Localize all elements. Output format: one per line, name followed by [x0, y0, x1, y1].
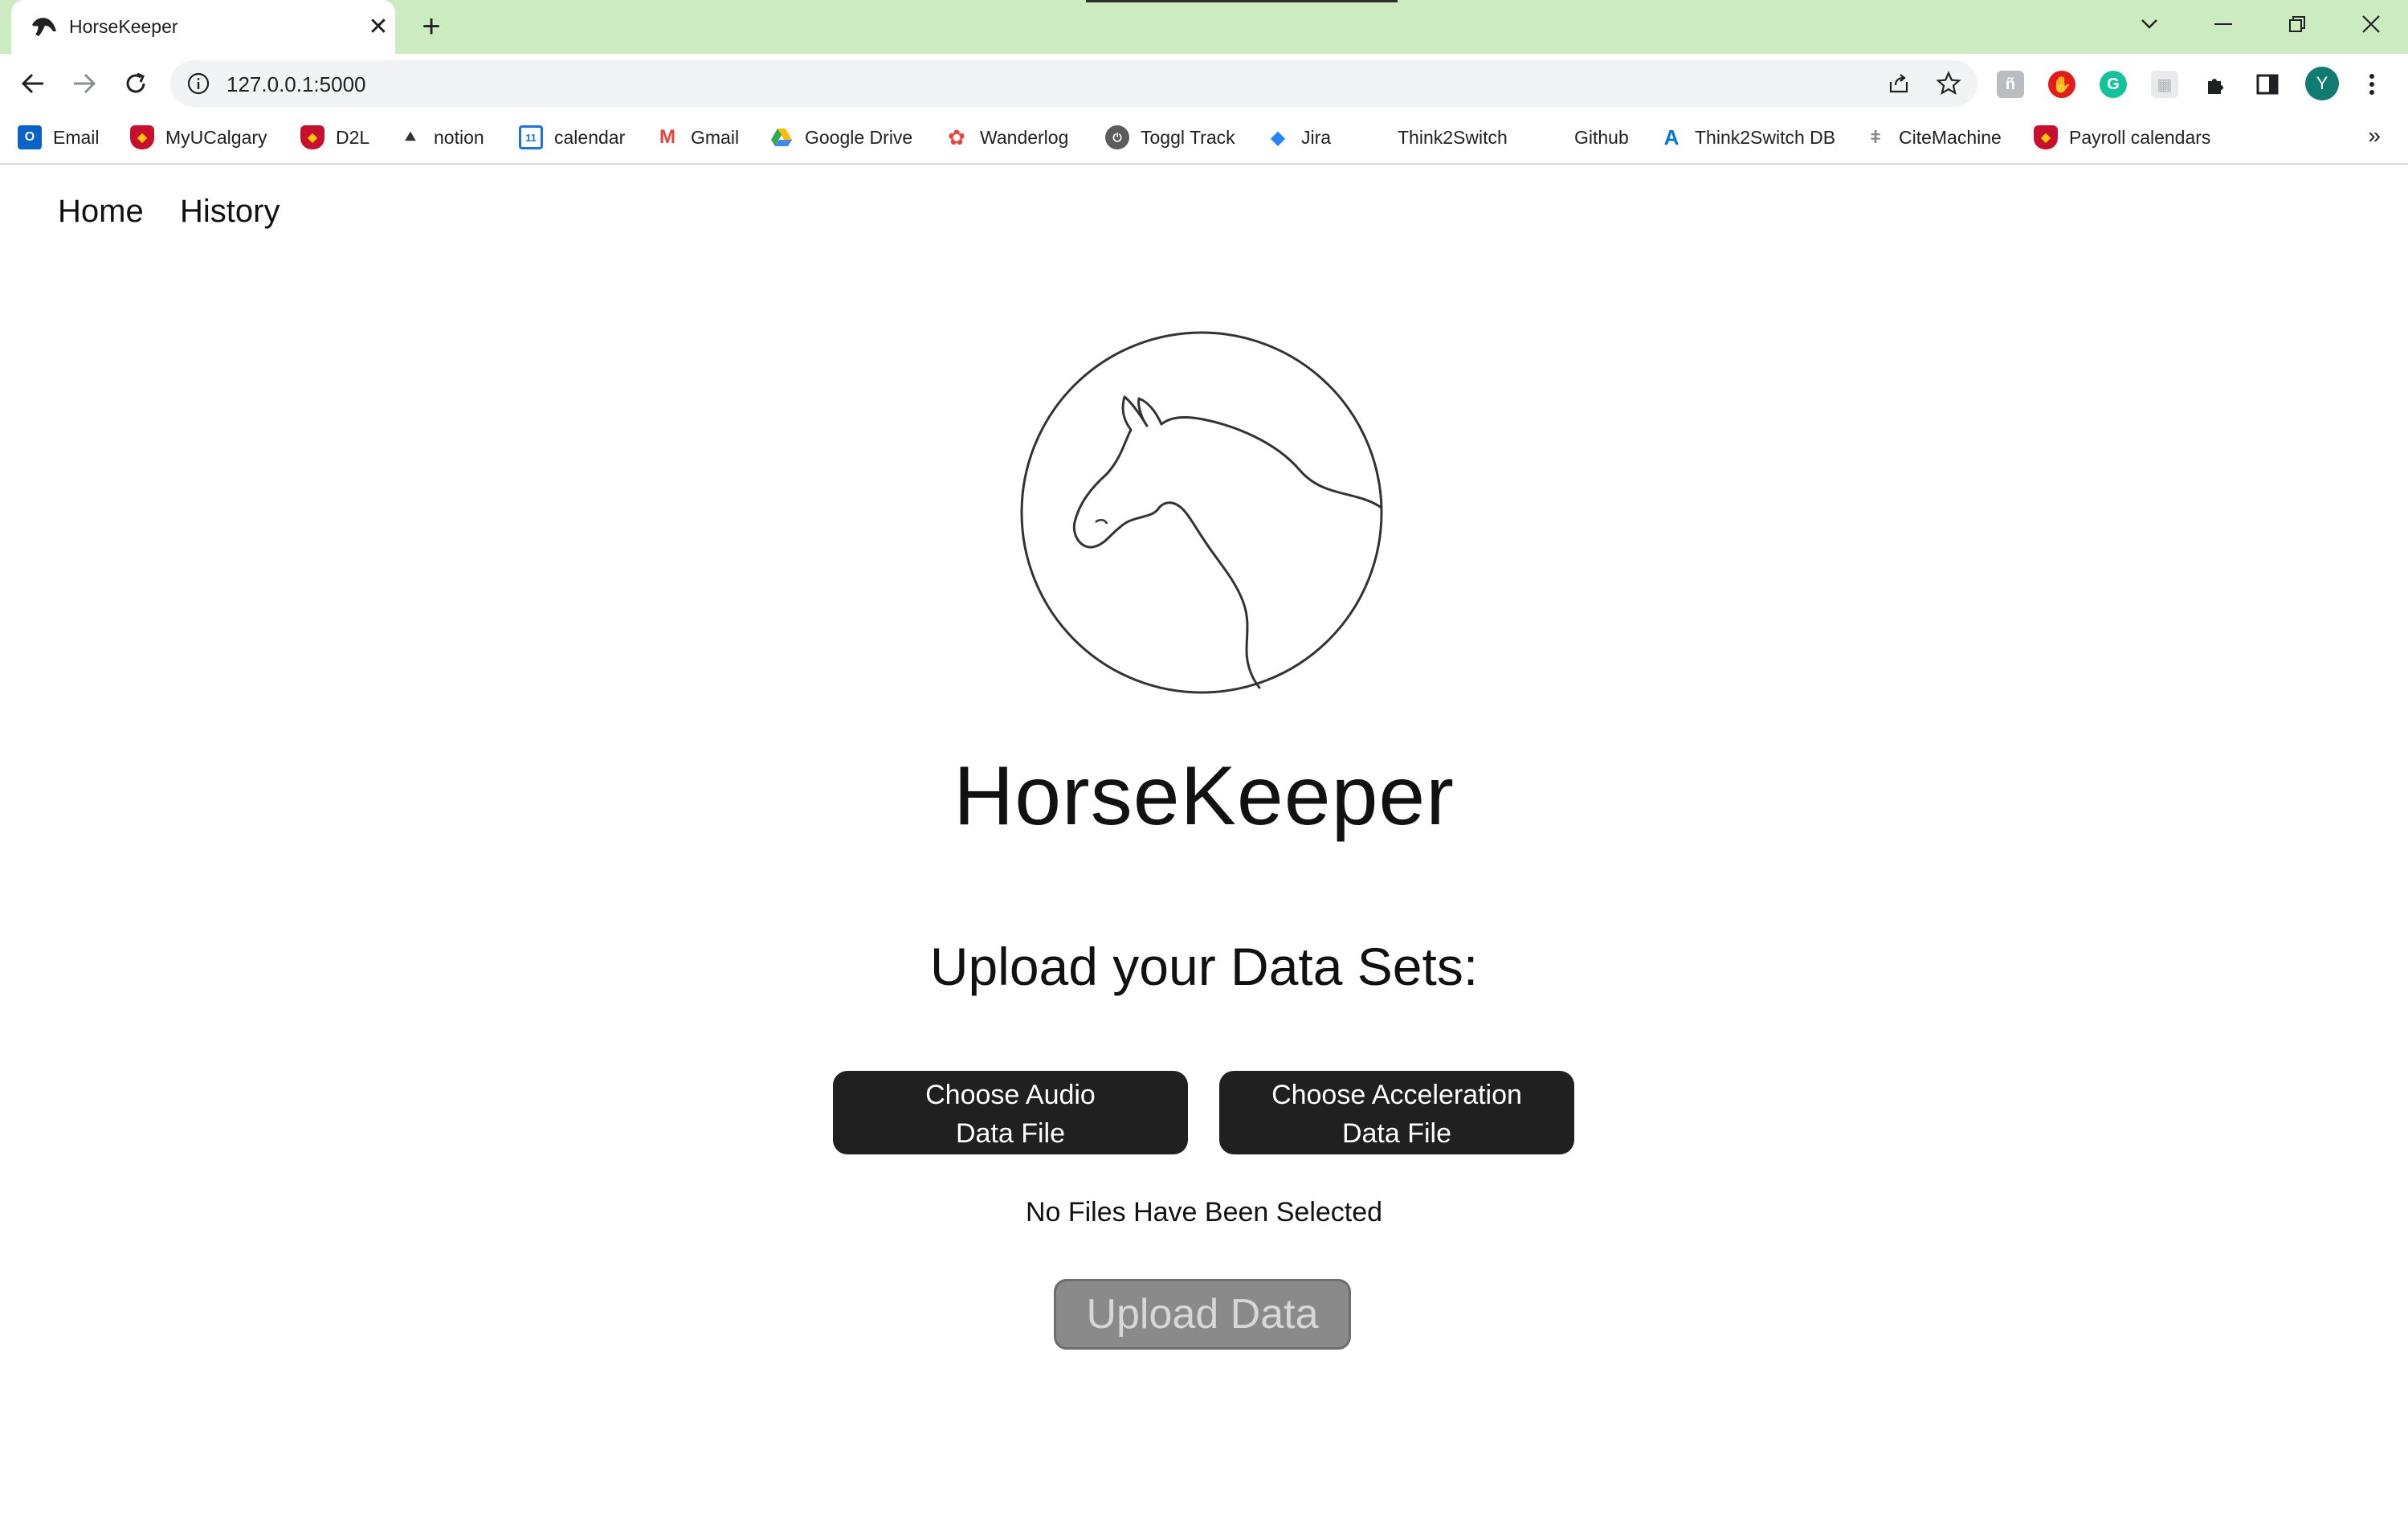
reload-icon[interactable]	[117, 65, 154, 102]
bookmark-label: Google Drive	[805, 126, 913, 148]
ucalgary-crest-icon: ◆	[2034, 125, 2058, 149]
bookmark-jira[interactable]: ◆ Jira	[1266, 121, 1331, 153]
bookmark-label: D2L	[336, 126, 370, 148]
bookmark-label: notion	[434, 126, 484, 148]
side-panel-icon[interactable]	[2254, 71, 2281, 98]
nav-history-link[interactable]: History	[180, 194, 280, 230]
extensions-puzzle-icon[interactable]	[2202, 71, 2230, 98]
choose-acceleration-file-button[interactable]: Choose Acceleration Data File	[1219, 1071, 1574, 1154]
site-info-icon[interactable]	[186, 71, 210, 96]
audio-button-line2: Data File	[955, 1118, 1066, 1149]
bookmark-label: Toggl Track	[1141, 126, 1235, 148]
azure-icon: A	[1663, 125, 1679, 149]
url-text[interactable]: 127.0.0.1:5000	[227, 72, 366, 97]
bookmark-label: Think2Switch	[1398, 126, 1508, 148]
bookmark-label: CiteMachine	[1899, 126, 2002, 148]
bookmark-d2l[interactable]: ◆ D2L	[300, 121, 369, 153]
citemachine-icon: ǂ	[1870, 127, 1881, 147]
share-icon[interactable]	[1886, 71, 1912, 96]
bookmark-label: MyUCalgary	[165, 126, 267, 148]
file-status-text: No Files Have Been Selected	[1025, 1197, 1383, 1228]
nav-home-link[interactable]: Home	[58, 194, 144, 230]
horse-logo-icon	[1020, 331, 1383, 694]
bookmark-citemachine[interactable]: ǂ CiteMachine	[1863, 121, 2002, 153]
tab-title: HorseKeeper	[69, 16, 178, 37]
bookmark-payroll-calendars[interactable]: ◆ Payroll calendars	[2034, 121, 2210, 153]
bookmark-think2switch-db[interactable]: A Think2Switch DB	[1659, 121, 1836, 153]
gmail-icon: M	[659, 126, 675, 148]
window-drag-indicator	[1086, 0, 1398, 2]
bookmark-google-drive[interactable]: Google Drive	[769, 121, 912, 153]
accel-button-line2: Data File	[1341, 1118, 1452, 1149]
page-content: Home History HorseKeeper Upload your Dat…	[0, 166, 2408, 1536]
browser-tab-horsekeeper[interactable]: HorseKeeper ✕	[11, 0, 395, 54]
grammarly-icon[interactable]: G	[2100, 71, 2127, 98]
drive-icon	[769, 125, 794, 149]
toggl-icon: ⏻	[1105, 125, 1129, 149]
bookmark-star-icon[interactable]	[1936, 71, 1961, 96]
minimize-icon[interactable]	[2201, 6, 2246, 42]
profile-avatar[interactable]: Y	[2305, 67, 2339, 100]
bookmark-wanderlog[interactable]: ✿ Wanderlog	[945, 121, 1068, 153]
bookmark-calendar[interactable]: 11 calendar	[519, 121, 625, 153]
forward-icon[interactable]	[66, 65, 103, 102]
bookmark-myucalgary[interactable]: ◆ MyUCalgary	[130, 121, 267, 153]
bookmark-label: Jira	[1301, 126, 1332, 148]
tab-close-icon[interactable]: ✕	[365, 13, 392, 40]
bookmark-label: Think2Switch DB	[1695, 126, 1836, 148]
bookmark-think2switch[interactable]: Think2Switch	[1398, 121, 1508, 153]
bookmark-label: Gmail	[691, 126, 740, 148]
upload-heading: Upload your Data Sets:	[929, 937, 1479, 996]
adblock-icon[interactable]: ✋	[2048, 71, 2075, 98]
browser-toolbar: 127.0.0.1:5000 ñ ✋ G ▦ Y	[0, 54, 2408, 113]
extension-gray-icon[interactable]: ñ	[1997, 71, 2024, 98]
bookmark-label: Wanderlog	[980, 126, 1069, 148]
calendar-icon: 11	[519, 125, 543, 149]
address-bar[interactable]: 127.0.0.1:5000	[170, 60, 1977, 107]
audio-button-line1: Choose Audio	[925, 1080, 1096, 1110]
bookmark-notion[interactable]: ⛰ notion	[398, 121, 484, 153]
app-title: HorseKeeper	[953, 750, 1455, 843]
close-window-icon[interactable]	[2349, 6, 2394, 42]
bookmark-toggl-track[interactable]: ⏻ Toggl Track	[1105, 121, 1235, 153]
wanderlog-icon: ✿	[948, 125, 965, 149]
bookmark-label: calendar	[554, 126, 626, 148]
horse-favicon-icon	[32, 18, 56, 36]
ucalgary-crest-icon: ◆	[130, 125, 154, 149]
new-tab-icon[interactable]: +	[413, 10, 450, 43]
bookmarks-bar: O Email ◆ MyUCalgary ◆ D2L ⛰ notion 11 c…	[0, 113, 2408, 165]
bookmark-gmail[interactable]: M Gmail	[655, 121, 739, 153]
upload-data-button[interactable]: Upload Data	[1054, 1279, 1351, 1350]
bookmark-email[interactable]: O Email	[18, 121, 100, 153]
bookmark-github[interactable]: Github	[1574, 121, 1629, 153]
restore-icon[interactable]	[2275, 6, 2320, 42]
bookmarks-overflow-icon[interactable]: »	[2368, 123, 2381, 149]
tab-search-icon[interactable]	[2127, 6, 2172, 42]
browser-menu-icon[interactable]	[2358, 71, 2386, 98]
back-icon[interactable]	[14, 65, 51, 102]
jira-icon: ◆	[1270, 126, 1286, 149]
outlook-icon: O	[18, 125, 42, 149]
bookmark-label: Email	[53, 126, 100, 148]
accel-button-line1: Choose Acceleration	[1271, 1080, 1522, 1110]
tab-strip: HorseKeeper ✕ +	[0, 0, 2408, 54]
ucalgary-crest-icon: ◆	[300, 125, 324, 149]
extension-faded-icon[interactable]: ▦	[2151, 71, 2178, 98]
choose-audio-file-button[interactable]: Choose Audio Data File	[833, 1071, 1188, 1154]
bookmark-label: Payroll calendars	[2069, 126, 2211, 148]
notion-icon: ⛰	[405, 130, 416, 144]
bookmark-label: Github	[1574, 126, 1629, 148]
